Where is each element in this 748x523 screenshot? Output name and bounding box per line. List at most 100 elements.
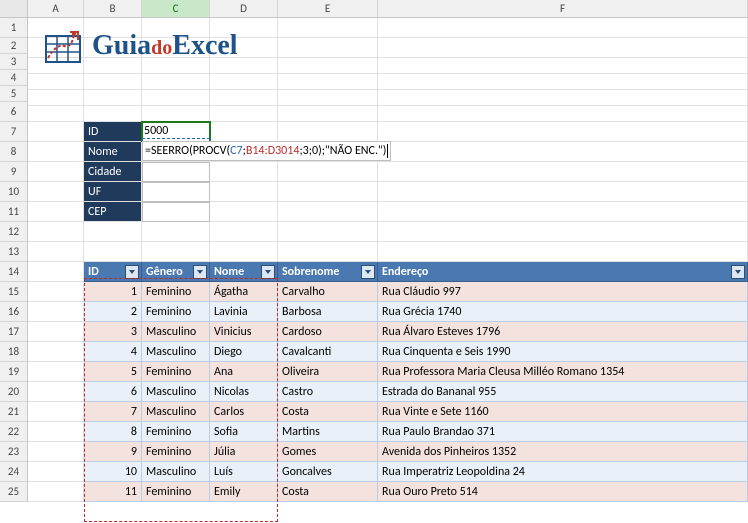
table-cell-id[interactable]: 6 [84,382,142,402]
table-cell-genero[interactable]: Feminino [142,422,210,442]
filter-button-id[interactable] [125,265,139,279]
table-cell-nome[interactable]: Ana [210,362,278,382]
row-header-1[interactable]: 1 [0,18,28,38]
table-cell-nome[interactable]: Vinicius [210,322,278,342]
col-header-A[interactable]: A [28,0,84,17]
row-header-8[interactable]: 8 [0,142,28,162]
table-cell-genero[interactable]: Feminino [142,302,210,322]
row-header-6[interactable]: 6 [0,102,28,122]
lookup-value-cidade[interactable] [142,162,210,182]
row-header-10[interactable]: 10 [0,182,28,202]
select-all-corner[interactable] [0,0,28,17]
row-header-17[interactable]: 17 [0,322,28,342]
table-cell-nome[interactable]: Nicolas [210,382,278,402]
table-cell-nome[interactable]: Ágatha [210,282,278,302]
row-header-13[interactable]: 13 [0,242,28,262]
table-cell-sobrenome[interactable]: Barbosa [278,302,378,322]
row-header-18[interactable]: 18 [0,342,28,362]
table-cell-genero[interactable]: Masculino [142,462,210,482]
table-cell-endereco[interactable]: Rua Cláudio 997 [378,282,748,302]
table-header-sobrenome[interactable]: Sobrenome [278,262,378,282]
table-cell-genero[interactable]: Masculino [142,402,210,422]
table-cell-sobrenome[interactable]: Costa [278,482,378,502]
table-cell-nome[interactable]: Sofia [210,422,278,442]
table-cell-nome[interactable]: Júlia [210,442,278,462]
table-cell-sobrenome[interactable]: Costa [278,402,378,422]
table-cell-genero[interactable]: Masculino [142,322,210,342]
table-cell-sobrenome[interactable]: Martins [278,422,378,442]
cells-area[interactable]: ID 5000 Nome =SEERRO(PROCV(C7;B14:D3014;3;0… [28,18,748,502]
row-header-21[interactable]: 21 [0,402,28,422]
table-cell-id[interactable]: 2 [84,302,142,322]
table-header-endereco[interactable]: Endereço [378,262,748,282]
table-cell-id[interactable]: 7 [84,402,142,422]
table-cell-genero[interactable]: Feminino [142,282,210,302]
row-header-25[interactable]: 25 [0,482,28,502]
table-cell-id[interactable]: 11 [84,482,142,502]
table-cell-genero[interactable]: Feminino [142,362,210,382]
table-cell-id[interactable]: 4 [84,342,142,362]
table-cell-endereco[interactable]: Rua Álvaro Esteves 1796 [378,322,748,342]
table-cell-sobrenome[interactable]: Carvalho [278,282,378,302]
table-cell-endereco[interactable]: Rua Ouro Preto 514 [378,482,748,502]
table-cell-nome[interactable]: Emily [210,482,278,502]
table-cell-nome[interactable]: Carlos [210,402,278,422]
row-header-19[interactable]: 19 [0,362,28,382]
table-header-genero[interactable]: Gênero [142,262,210,282]
row-header-7[interactable]: 7 [0,122,28,142]
col-header-E[interactable]: E [278,0,378,17]
table-cell-genero[interactable]: Feminino [142,482,210,502]
row-header-24[interactable]: 24 [0,462,28,482]
table-cell-sobrenome[interactable]: Cardoso [278,322,378,342]
col-header-C[interactable]: C [142,0,210,17]
table-cell-nome[interactable]: Diego [210,342,278,362]
lookup-value-id[interactable]: 5000 [142,122,210,142]
lookup-value-cep[interactable] [142,202,210,222]
table-cell-endereco[interactable]: Estrada do Bananal 955 [378,382,748,402]
table-cell-id[interactable]: 3 [84,322,142,342]
table-cell-sobrenome[interactable]: Goncalves [278,462,378,482]
row-header-23[interactable]: 23 [0,442,28,462]
table-cell-sobrenome[interactable]: Cavalcanti [278,342,378,362]
table-cell-id[interactable]: 10 [84,462,142,482]
formula-editor[interactable]: =SEERRO(PROCV(C7;B14:D3014;3;0);"NÃO ENC… [142,141,391,161]
row-header-12[interactable]: 12 [0,222,28,242]
table-header-id[interactable]: ID [84,262,142,282]
table-cell-sobrenome[interactable]: Gomes [278,442,378,462]
table-cell-id[interactable]: 9 [84,442,142,462]
row-header-15[interactable]: 15 [0,282,28,302]
table-header-nome[interactable]: Nome [210,262,278,282]
table-cell-endereco[interactable]: Rua Professora Maria Cleusa Milléo Roman… [378,362,748,382]
row-header-3[interactable]: 3 [0,54,28,70]
table-cell-genero[interactable]: Feminino [142,442,210,462]
filter-button-genero[interactable] [193,265,207,279]
table-cell-id[interactable]: 5 [84,362,142,382]
row-header-16[interactable]: 16 [0,302,28,322]
row-header-11[interactable]: 11 [0,202,28,222]
table-cell-endereco[interactable]: Rua Cinquenta e Seis 1990 [378,342,748,362]
lookup-value-uf[interactable] [142,182,210,202]
row-header-9[interactable]: 9 [0,162,28,182]
filter-button-sobrenome[interactable] [361,265,375,279]
table-cell-endereco[interactable]: Rua Vinte e Sete 1160 [378,402,748,422]
table-cell-nome[interactable]: Luís [210,462,278,482]
table-cell-endereco[interactable]: Rua Imperatriz Leopoldina 24 [378,462,748,482]
col-header-B[interactable]: B [84,0,142,17]
row-header-2[interactable]: 2 [0,38,28,54]
filter-button-nome[interactable] [261,265,275,279]
table-cell-endereco[interactable]: Avenida dos Pinheiros 1352 [378,442,748,462]
col-header-F[interactable]: F [378,0,748,17]
table-cell-id[interactable]: 8 [84,422,142,442]
row-header-14[interactable]: 14 [0,262,28,282]
col-header-D[interactable]: D [210,0,278,17]
row-header-5[interactable]: 5 [0,86,28,102]
table-cell-endereco[interactable]: Rua Grécia 1740 [378,302,748,322]
row-header-4[interactable]: 4 [0,70,28,86]
table-cell-nome[interactable]: Lavinia [210,302,278,322]
table-cell-id[interactable]: 1 [84,282,142,302]
row-header-22[interactable]: 22 [0,422,28,442]
table-cell-genero[interactable]: Masculino [142,342,210,362]
row-header-20[interactable]: 20 [0,382,28,402]
table-cell-sobrenome[interactable]: Castro [278,382,378,402]
table-cell-genero[interactable]: Masculino [142,382,210,402]
